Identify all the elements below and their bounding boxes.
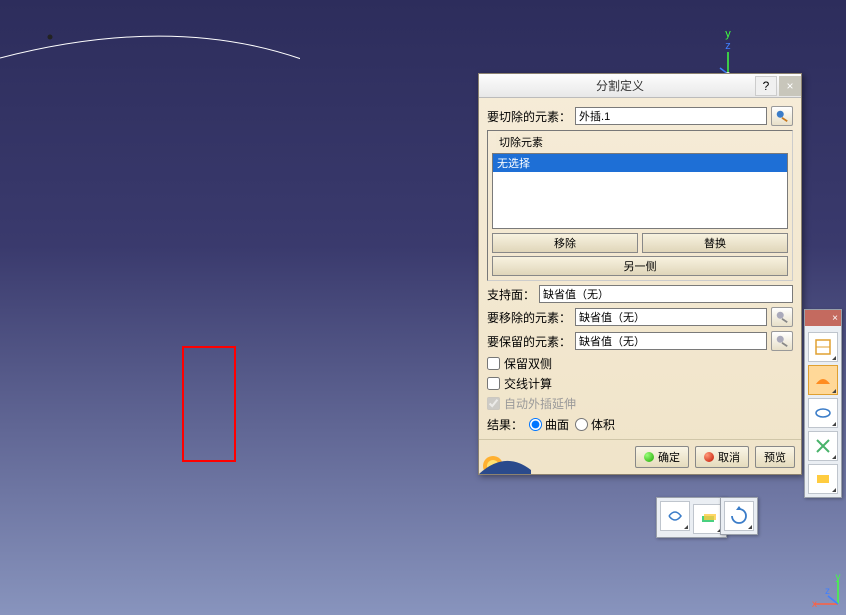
axis-indicator-top: y z (718, 28, 738, 76)
bottom-toolbar-1 (656, 497, 727, 538)
element-to-cut-input[interactable] (575, 107, 767, 125)
tool-rotate-icon[interactable] (724, 501, 754, 531)
pick-remove-icon[interactable] (771, 307, 793, 327)
dialog-title: 分割定义 (487, 77, 753, 94)
element-to-cut-label: 要切除的元素： (487, 108, 571, 125)
split-definition-dialog: 分割定义 ? × 要切除的元素： 切除元素 无选择 移除 替换 另一侧 支持面： (478, 73, 802, 475)
support-label: 支持面： (487, 286, 535, 303)
tool-split-icon[interactable] (660, 501, 690, 531)
cancel-button[interactable]: 取消 (695, 446, 749, 468)
cutting-elements-fieldset: 切除元素 无选择 移除 替换 另一侧 (487, 130, 793, 281)
keep-elements-label: 要保留的元素： (487, 333, 571, 350)
pick-element-icon[interactable] (771, 106, 793, 126)
toolbar-close-strip[interactable]: × (805, 310, 841, 326)
result-volume-radio[interactable]: 体积 (575, 416, 615, 433)
other-side-button[interactable]: 另一侧 (492, 256, 788, 276)
bottom-toolbar-2 (720, 497, 758, 535)
tool-surface-icon[interactable] (808, 365, 838, 395)
cutting-elements-list[interactable]: 无选择 (492, 153, 788, 229)
tool-wireframe-icon[interactable] (808, 332, 838, 362)
remove-elements-input[interactable] (575, 308, 767, 326)
svg-text:x: x (812, 599, 817, 608)
tool-trim-icon[interactable] (808, 431, 838, 461)
footer-decoration-icon (479, 444, 531, 474)
tool-join-icon[interactable] (693, 504, 723, 534)
list-item[interactable]: 无选择 (493, 154, 787, 172)
svg-text:z: z (825, 586, 830, 597)
tool-offset-icon[interactable] (808, 464, 838, 494)
dialog-titlebar[interactable]: 分割定义 ? × (479, 74, 801, 98)
pick-keep-icon[interactable] (771, 331, 793, 351)
support-input[interactable] (539, 285, 793, 303)
remove-elements-label: 要移除的元素： (487, 309, 571, 326)
auto-extrapolate-checkbox: 自动外插延伸 (487, 395, 793, 412)
keep-elements-input[interactable] (575, 332, 767, 350)
tool-sweep-icon[interactable] (808, 398, 838, 428)
intersection-checkbox[interactable]: 交线计算 (487, 375, 793, 392)
axis-indicator-bottom-right: y x z (808, 574, 842, 611)
replace-button[interactable]: 替换 (642, 233, 788, 253)
keep-both-sides-checkbox[interactable]: 保留双侧 (487, 355, 793, 372)
result-label: 结果： (487, 416, 523, 433)
close-button[interactable]: × (779, 76, 801, 96)
result-surface-radio[interactable]: 曲面 (529, 416, 569, 433)
right-toolbar: × (804, 309, 842, 498)
highlight-rectangle (182, 346, 236, 462)
viewport-curves (0, 0, 300, 150)
svg-text:y: y (836, 574, 841, 583)
ok-button[interactable]: 确定 (635, 446, 689, 468)
remove-button[interactable]: 移除 (492, 233, 638, 253)
preview-button[interactable]: 预览 (755, 446, 795, 468)
cutting-elements-legend: 切除元素 (496, 134, 546, 150)
help-button[interactable]: ? (755, 76, 777, 96)
